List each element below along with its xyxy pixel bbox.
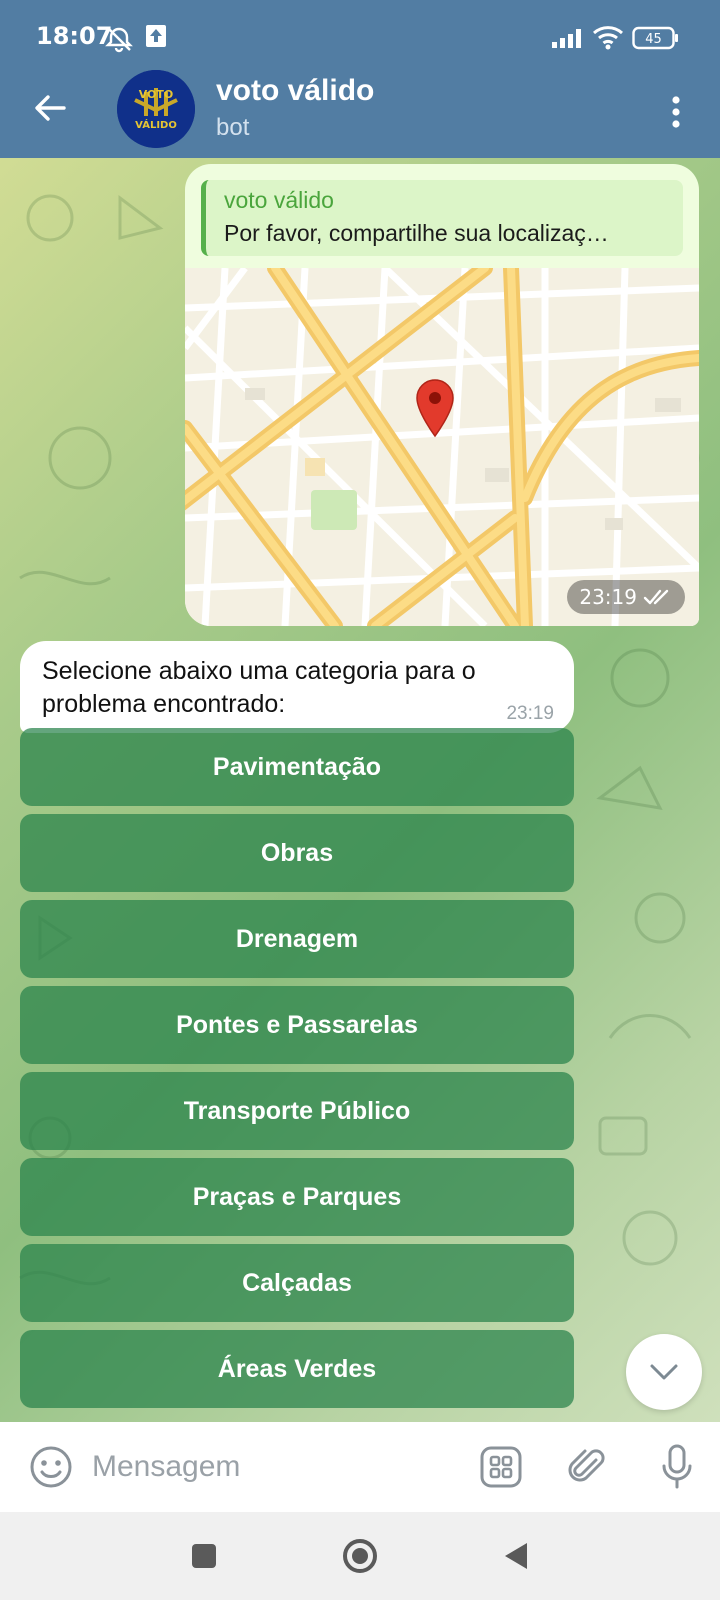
microphone-icon [662,1444,692,1489]
chat-area[interactable]: voto válido Por favor, compartilhe sua l… [0,158,720,1422]
map-image-icon [185,260,699,626]
status-time: 18:07 [36,22,113,50]
attach-button[interactable] [562,1442,612,1492]
category-button-obras[interactable]: Obras [20,814,574,892]
message-text: Selecione abaixo uma categoria para o pr… [42,657,476,718]
bot-commands-button[interactable] [476,1442,526,1492]
battery-icon: 45 [632,26,680,54]
wifi-icon [592,24,624,54]
battery-level: 45 [645,32,662,47]
status-bar: 18:07 45 [0,0,720,70]
smiley-icon [30,1446,72,1488]
message-timestamp: 23:19 [567,580,685,614]
recents-button[interactable] [180,1532,228,1580]
bot-avatar[interactable]: VOTO VÁLIDO [117,70,195,148]
message-input[interactable] [92,1440,452,1494]
emoji-button[interactable] [26,1442,76,1492]
chat-title[interactable]: voto válido [216,74,374,108]
category-button-pracas-parques[interactable]: Praças e Parques [20,1158,574,1236]
avatar-text-top: VOTO [139,88,174,101]
category-button-pavimentacao[interactable]: Pavimentação [20,728,574,806]
outgoing-time: 23:19 [579,585,637,609]
mute-alarm-icon [104,24,134,58]
signal-icon [552,28,586,52]
keyboard-grid-icon [480,1446,522,1488]
arrow-left-icon [35,95,66,121]
category-button-pontes-passarelas[interactable]: Pontes e Passarelas [20,986,574,1064]
back-nav-button[interactable] [492,1532,540,1580]
circle-icon [343,1539,377,1573]
home-button[interactable] [336,1532,384,1580]
chat-subtitle: bot [216,114,250,141]
category-button-calcadas[interactable]: Calçadas [20,1244,574,1322]
message-timestamp: 23:19 [506,703,554,724]
scroll-down-button[interactable] [626,1334,702,1410]
double-check-icon [643,589,669,605]
upload-icon [145,24,167,52]
outgoing-location-message[interactable]: voto válido Por favor, compartilhe sua l… [185,164,699,626]
paperclip-icon [568,1449,605,1482]
square-icon [192,1544,216,1568]
app-bar: VOTO VÁLIDO voto válido bot [0,70,720,158]
reply-quote[interactable]: voto válido Por favor, compartilhe sua l… [201,180,683,256]
system-navigation-bar [0,1512,720,1600]
back-button[interactable] [22,80,78,136]
chevron-down-icon [650,1364,678,1380]
voto-valido-logo-icon: VOTO VÁLIDO [117,70,195,148]
chat-header: 18:07 45 VOTO VÁLIDO voto válido bot [0,0,720,158]
avatar-text-bottom: VÁLIDO [135,118,177,131]
message-composer [0,1422,720,1512]
incoming-message[interactable]: Selecione abaixo uma categoria para o pr… [20,641,574,733]
triangle-back-icon [505,1543,527,1569]
reply-sender-name: voto válido [224,187,334,213]
more-vertical-icon [672,96,680,128]
category-button-transporte-publico[interactable]: Transporte Público [20,1072,574,1150]
category-button-areas-verdes[interactable]: Áreas Verdes [20,1330,574,1408]
reply-preview-text: Por favor, compartilhe sua localizaç… [224,220,609,246]
category-button-drenagem[interactable]: Drenagem [20,900,574,978]
voice-message-button[interactable] [652,1440,702,1494]
more-options-button[interactable] [654,86,698,138]
location-map[interactable]: 23:19 [185,260,699,626]
